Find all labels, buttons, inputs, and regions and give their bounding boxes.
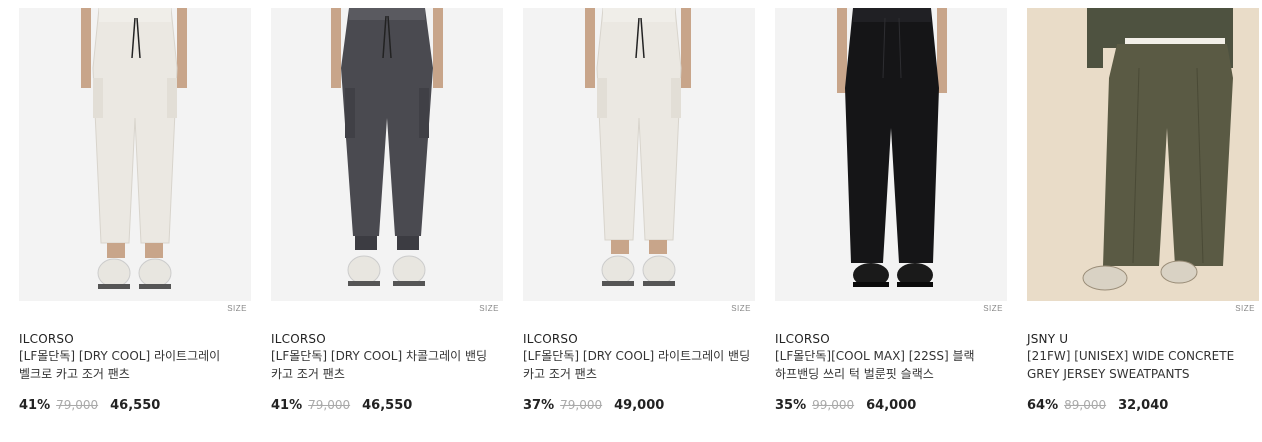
product-grid: SIZE ILCORSO [LF몰단독] [DRY COOL] 라이트그레이 벨…	[19, 8, 1259, 414]
product-brand[interactable]: ILCORSO	[775, 332, 1007, 346]
price-row: 37% 79,000 49,000	[523, 397, 755, 414]
product-title[interactable]: [LF몰단독] [DRY COOL] 라이트그레이 밴딩 카고 조거 팬츠	[523, 347, 755, 383]
product-card[interactable]: SIZE JSNY U [21FW] [UNISEX] WIDE CONCRET…	[1027, 8, 1259, 414]
original-price: 79,000	[560, 398, 603, 412]
product-image[interactable]	[1027, 8, 1259, 301]
product-title[interactable]: [LF몰단독] [DRY COOL] 라이트그레이 벨크로 카고 조거 팬츠	[19, 347, 251, 383]
sale-price: 46,550	[110, 398, 161, 413]
product-card[interactable]: SIZE ILCORSO [LF몰단독][COOL MAX] [22SS] 블랙…	[775, 8, 1007, 414]
size-label[interactable]: SIZE	[19, 303, 251, 314]
original-price: 79,000	[56, 398, 99, 412]
discount-rate: 35%	[775, 398, 807, 413]
sale-price: 49,000	[614, 398, 665, 413]
discount-rate: 37%	[523, 398, 555, 413]
price-row: 35% 99,000 64,000	[775, 397, 1007, 414]
product-photo	[271, 8, 503, 301]
product-photo	[1027, 8, 1259, 301]
product-image[interactable]	[523, 8, 755, 301]
product-photo	[775, 8, 1007, 301]
product-card[interactable]: SIZE ILCORSO [LF몰단독] [DRY COOL] 차콜그레이 밴딩…	[271, 8, 503, 414]
original-price: 79,000	[308, 398, 351, 412]
size-label[interactable]: SIZE	[775, 303, 1007, 314]
product-brand[interactable]: ILCORSO	[523, 332, 755, 346]
product-image[interactable]	[271, 8, 503, 301]
discount-rate: 41%	[271, 398, 303, 413]
size-label[interactable]: SIZE	[271, 303, 503, 314]
product-title[interactable]: [21FW] [UNISEX] WIDE CONCRETE GREY JERSE…	[1027, 347, 1259, 383]
discount-rate: 64%	[1027, 398, 1059, 413]
product-photo	[19, 8, 251, 301]
size-label[interactable]: SIZE	[523, 303, 755, 314]
product-photo	[523, 8, 755, 301]
product-image[interactable]	[19, 8, 251, 301]
size-label[interactable]: SIZE	[1027, 303, 1259, 314]
price-row: 41% 79,000 46,550	[271, 397, 503, 414]
product-card[interactable]: SIZE ILCORSO [LF몰단독] [DRY COOL] 라이트그레이 벨…	[19, 8, 251, 414]
product-brand[interactable]: JSNY U	[1027, 332, 1259, 346]
price-row: 41% 79,000 46,550	[19, 397, 251, 414]
sale-price: 64,000	[866, 398, 917, 413]
product-brand[interactable]: ILCORSO	[271, 332, 503, 346]
product-title[interactable]: [LF몰단독][COOL MAX] [22SS] 블랙 하프밴딩 쓰리 턱 벌룬…	[775, 347, 1007, 383]
product-card[interactable]: SIZE ILCORSO [LF몰단독] [DRY COOL] 라이트그레이 밴…	[523, 8, 755, 414]
product-title[interactable]: [LF몰단독] [DRY COOL] 차콜그레이 밴딩 카고 조거 팬츠	[271, 347, 503, 383]
sale-price: 46,550	[362, 398, 413, 413]
original-price: 99,000	[812, 398, 855, 412]
product-brand[interactable]: ILCORSO	[19, 332, 251, 346]
product-image[interactable]	[775, 8, 1007, 301]
price-row: 64% 89,000 32,040	[1027, 397, 1259, 414]
discount-rate: 41%	[19, 398, 51, 413]
sale-price: 32,040	[1118, 398, 1169, 413]
original-price: 89,000	[1064, 398, 1107, 412]
